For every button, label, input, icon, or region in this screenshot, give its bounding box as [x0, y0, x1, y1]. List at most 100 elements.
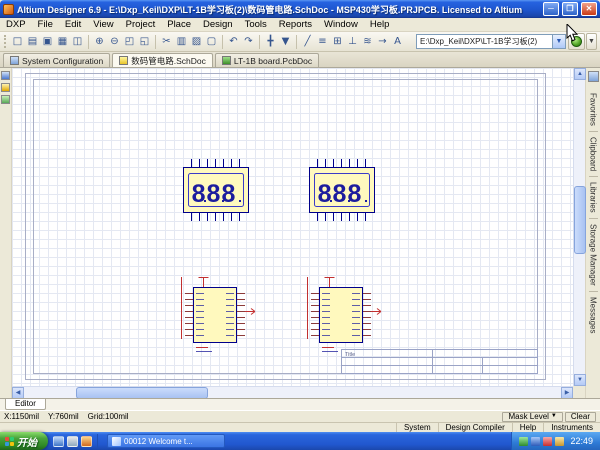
menu-edit[interactable]: Edit	[59, 18, 87, 32]
left-panel-strip	[0, 68, 12, 398]
scroll-down-icon[interactable]: ▼	[574, 374, 586, 386]
seven-segment-display-2[interactable]: 888	[310, 159, 375, 221]
file-path-value: E:\Dxp_Keil\DXP\LT-1B学习板(2)	[417, 36, 552, 47]
place-wire-icon[interactable]: ╱	[300, 34, 315, 50]
schematic-editor: Title 888	[12, 68, 585, 398]
grid-readout: Grid:100mil	[88, 412, 129, 421]
panel-tab-storage-manager[interactable]: Storage Manager	[589, 219, 598, 291]
panel-tab-clipboard[interactable]: Clipboard	[589, 132, 598, 176]
tab-schdoc[interactable]: 数码管电路.SchDoc	[112, 53, 213, 67]
select-icon[interactable]: ▢	[204, 34, 219, 50]
window-title: Altium Designer 6.9 - E:\Dxp_Keil\DXP\LT…	[17, 3, 540, 16]
menu-view[interactable]: View	[87, 18, 119, 32]
place-net-label-icon[interactable]: ≋	[360, 34, 375, 50]
editor-tab[interactable]: Editor	[5, 399, 46, 410]
mask-level-button[interactable]: Mask Level▼	[502, 412, 562, 422]
start-button[interactable]: 开始	[0, 432, 48, 450]
mask-level-label: Mask Level	[508, 412, 548, 421]
explorer-panel-icon[interactable]	[1, 95, 10, 104]
quicklaunch-ie-icon[interactable]	[53, 436, 64, 447]
ime-tray-icon[interactable]	[555, 437, 564, 446]
status-bar: X:1150mil Y:760mil Grid:100mil Mask Leve…	[0, 410, 600, 422]
taskbar-app-button[interactable]: 00012 Welcome t...	[107, 434, 225, 448]
vertical-scrollbar[interactable]: ▲ ▼	[573, 68, 585, 386]
task-app-label: 00012 Welcome t...	[124, 437, 193, 446]
toolbar-separator	[296, 35, 297, 49]
menu-tools[interactable]: Tools	[239, 18, 273, 32]
place-part-icon[interactable]: ⊞	[330, 34, 345, 50]
panel-tab-messages[interactable]: Messages	[589, 292, 598, 338]
place-bus-icon[interactable]: ≡	[315, 34, 330, 50]
zoom-fit-icon[interactable]: ◱	[137, 34, 152, 50]
projects-panel-icon[interactable]	[1, 71, 10, 80]
help-panels-button[interactable]: Help	[512, 423, 543, 433]
zoom-out-icon[interactable]: ⊖	[107, 34, 122, 50]
maximize-button[interactable]: ❐	[562, 2, 578, 16]
place-port-icon[interactable]: →	[375, 34, 390, 50]
schematic-canvas-wrap: Title 888	[12, 68, 573, 386]
panel-tab-libraries[interactable]: Libraries	[589, 177, 598, 218]
system-panels-button[interactable]: System	[396, 423, 438, 433]
clear-button[interactable]: Clear	[565, 412, 596, 422]
tab-system-configuration[interactable]: System Configuration	[3, 53, 110, 67]
redo-icon[interactable]: ↷	[241, 34, 256, 50]
panel-tab-favorites[interactable]: Favorites	[589, 88, 598, 131]
volume-tray-icon[interactable]	[543, 437, 552, 446]
main-toolbar: □ ▤ ▣ ▦ ◫ ⊕ ⊖ ◰ ◱ ✂ ▥ ▨ ▢ ↶ ↷ ╋ ▼ ╱ ≡ ⊞ …	[0, 32, 600, 52]
paste-icon[interactable]: ▨	[189, 34, 204, 50]
print-icon[interactable]: ▦	[55, 34, 70, 50]
title-bar: Altium Designer 6.9 - E:\Dxp_Keil\DXP\LT…	[0, 0, 600, 18]
file-path-combobox[interactable]: E:\Dxp_Keil\DXP\LT-1B学习板(2) ▼	[416, 34, 566, 49]
decimal-point	[204, 200, 206, 202]
network-tray-icon[interactable]	[531, 437, 540, 446]
open-icon[interactable]: ▤	[25, 34, 40, 50]
place-power-port-icon[interactable]: ⊥	[345, 34, 360, 50]
print-preview-icon[interactable]: ◫	[70, 34, 85, 50]
media-player-icon[interactable]	[81, 436, 92, 447]
scroll-track[interactable]	[208, 387, 561, 398]
menu-project[interactable]: Project	[120, 18, 162, 32]
tab-label: LT-1B board.PcbDoc	[234, 56, 312, 66]
cut-icon[interactable]: ✂	[159, 34, 174, 50]
cross-probe-icon[interactable]: ╋	[263, 34, 278, 50]
place-text-icon[interactable]: A	[390, 34, 405, 50]
menu-file[interactable]: File	[32, 18, 59, 32]
panels-icon[interactable]	[588, 71, 599, 82]
menu-place[interactable]: Place	[161, 18, 197, 32]
new-document-icon[interactable]: □	[10, 34, 25, 50]
design-compiler-panels-button[interactable]: Design Compiler	[438, 423, 512, 433]
toolbar-grip[interactable]	[4, 35, 7, 48]
seven-segment-display-1[interactable]: 888	[184, 159, 249, 221]
menu-window[interactable]: Window	[318, 18, 364, 32]
menu-dxp[interactable]: DXP	[0, 18, 32, 32]
main-area: Title 888	[0, 68, 600, 398]
filter-icon[interactable]: ▼	[278, 34, 293, 50]
menu-design[interactable]: Design	[197, 18, 239, 32]
tab-pcbdoc[interactable]: LT-1B board.PcbDoc	[215, 53, 319, 67]
pcb-doc-icon	[222, 56, 231, 65]
show-desktop-icon[interactable]	[67, 436, 78, 447]
editor-tab-row: Editor	[0, 398, 600, 410]
vertical-scroll-thumb[interactable]	[574, 186, 586, 254]
sheet-grid	[12, 68, 573, 386]
undo-icon[interactable]: ↶	[226, 34, 241, 50]
navigator-panel-icon[interactable]	[1, 83, 10, 92]
toolbar-overflow-dropdown-icon[interactable]: ▼	[586, 33, 597, 50]
menu-help[interactable]: Help	[364, 18, 396, 32]
combo-dropdown-icon[interactable]: ▼	[552, 35, 565, 48]
horizontal-scrollbar[interactable]: ◀ ▶	[12, 386, 573, 398]
antivirus-tray-icon[interactable]	[519, 437, 528, 446]
scroll-up-icon[interactable]: ▲	[574, 68, 586, 80]
zoom-area-icon[interactable]: ◰	[122, 34, 137, 50]
toolbar-separator	[259, 35, 260, 49]
copy-icon[interactable]: ▥	[174, 34, 189, 50]
close-button[interactable]: ✕	[581, 2, 597, 16]
save-icon[interactable]: ▣	[40, 34, 55, 50]
menu-reports[interactable]: Reports	[273, 18, 318, 32]
minimize-button[interactable]: ─	[543, 2, 559, 16]
home-page-button[interactable]	[568, 33, 585, 50]
schematic-canvas[interactable]: Title 888	[12, 68, 573, 386]
instruments-panels-button[interactable]: Instruments	[543, 423, 600, 433]
decimal-point	[239, 200, 241, 202]
zoom-in-icon[interactable]: ⊕	[92, 34, 107, 50]
